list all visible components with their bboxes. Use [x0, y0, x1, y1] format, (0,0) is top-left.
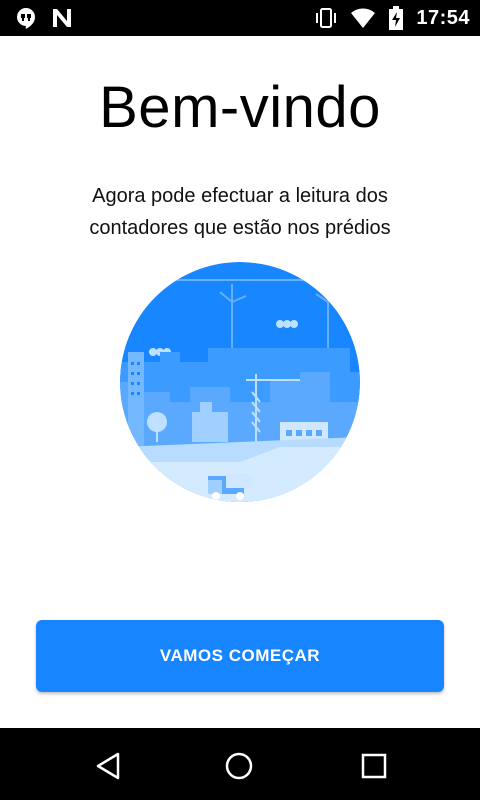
wifi-icon — [350, 6, 376, 30]
recents-icon[interactable] — [358, 750, 390, 782]
hangouts-icon — [14, 6, 38, 30]
start-button[interactable]: VAMOS COMEÇAR — [36, 620, 444, 692]
battery-charging-icon — [388, 6, 404, 30]
status-bar: 17:54 — [0, 0, 480, 36]
city-illustration — [120, 262, 360, 502]
back-icon[interactable] — [92, 750, 124, 782]
home-icon[interactable] — [223, 750, 255, 782]
status-right: 17:54 — [314, 6, 470, 30]
page-title: Bem-vindo — [99, 75, 381, 140]
navigation-bar — [0, 728, 480, 800]
clock: 17:54 — [416, 6, 470, 29]
vibrate-icon — [314, 6, 338, 30]
n-notification-icon — [50, 6, 74, 30]
status-left — [14, 6, 74, 30]
welcome-subtitle: Agora pode efectuar a leitura dos contad… — [89, 185, 391, 239]
